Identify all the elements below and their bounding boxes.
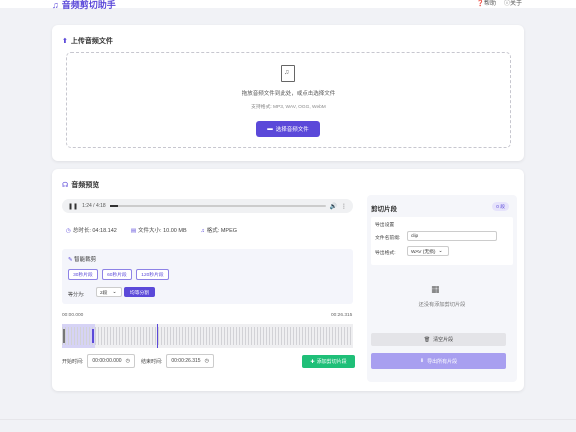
preview-card: ☊ 音频预览 ❚❚ 1:24 / 4:18 🔊 ⋮ ◷ 总时长: 04:18.14… — [52, 169, 524, 391]
player-time: 1:24 / 4:18 — [82, 203, 106, 209]
pause-icon[interactable]: ❚❚ — [68, 203, 78, 210]
selection-start-handle[interactable] — [63, 329, 65, 343]
clear-segments-button[interactable]: 🗑 清空片段 — [371, 333, 506, 346]
more-options-icon[interactable]: ⋮ — [341, 203, 347, 210]
top-nav: ❓帮助 ⓘ关于 — [476, 0, 522, 7]
nav-help[interactable]: ❓帮助 — [476, 0, 496, 7]
folder-icon: ▬ — [267, 126, 273, 132]
export-settings-title: 导出设置 — [375, 223, 395, 228]
equal-split-button[interactable]: 均等分割 — [124, 287, 155, 297]
upload-title: ⬆ 上传音频文件 — [62, 38, 113, 45]
smart-trim-panel: ✎ 智能裁剪 30秒片段 60秒片段 120秒片段 等分为: 2段 ⌄ 均等分割 — [62, 249, 353, 304]
app-title: ♫ 音频剪切助手 — [52, 0, 116, 11]
preset-30s-button[interactable]: 30秒片段 — [68, 269, 98, 280]
preset-60s-button[interactable]: 60秒片段 — [102, 269, 132, 280]
file-icon: ▤ — [130, 228, 137, 234]
segment-count-badge: 0 段 — [492, 202, 509, 211]
end-time-input[interactable]: 00:00:26.315 ◷ — [166, 354, 214, 368]
music-icon: ♫ — [200, 228, 205, 234]
end-time-label: 结束时间: — [140, 358, 163, 365]
export-all-button[interactable]: ⬇ 导出所有片段 — [371, 353, 506, 369]
prefix-input[interactable]: clip — [407, 231, 497, 241]
preview-title: ☊ 音频预览 — [62, 182, 100, 189]
duration-info: ◷ 总时长: 04:18.142 — [66, 228, 117, 234]
download-icon: ⬇ — [419, 358, 425, 364]
waveform[interactable] — [62, 324, 353, 348]
format-info: ♫ 格式: MPEG — [200, 228, 238, 234]
playhead[interactable] — [157, 324, 158, 348]
format-label: 导出格式: — [375, 251, 396, 256]
headphones-icon: ☊ — [62, 182, 69, 189]
choose-file-button[interactable]: ▬ 选择音频文件 — [256, 121, 320, 137]
nav-about[interactable]: ⓘ关于 — [504, 0, 522, 7]
clock-icon: ◷ — [66, 228, 71, 234]
empty-state-text: 还没有添加剪切片段 — [418, 302, 466, 308]
equal-split-label: 等分为: — [68, 292, 85, 298]
size-info: ▤ 文件大小: 10.00 MB — [130, 228, 187, 234]
progress-fill — [109, 205, 119, 207]
selection-end-handle[interactable] — [92, 329, 94, 343]
volume-icon[interactable]: 🔊 — [330, 203, 337, 210]
upload-icon: ⬆ — [62, 38, 68, 45]
footer — [0, 419, 576, 432]
magic-wand-icon: ✎ — [68, 257, 73, 263]
audio-player[interactable]: ❚❚ 1:24 / 4:18 🔊 ⋮ — [62, 199, 353, 213]
smart-trim-title: ✎ 智能裁剪 — [68, 257, 97, 263]
waveform-bars — [62, 327, 353, 345]
upload-card: ⬆ 上传音频文件 拖放音频文件到此处，或点击选择文件 支持格式: MP3, WA… — [52, 25, 524, 161]
equal-split-select[interactable]: 2段 ⌄ — [96, 287, 122, 297]
drop-hint: 拖放音频文件到此处，或点击选择文件 — [241, 91, 336, 97]
plus-icon: ✚ — [310, 358, 315, 365]
segments-panel: 剪切片段 0 段 导出设置 文件名前缀: clip 导出格式: WAV (无损)… — [367, 195, 517, 382]
trash-icon: 🗑 — [423, 336, 431, 343]
chevron-down-icon: ⌄ — [438, 248, 443, 254]
start-time-label: 开始时间: — [62, 358, 84, 365]
clock-icon: ◷ — [204, 358, 209, 364]
prefix-label: 文件名前缀: — [375, 236, 401, 241]
format-select[interactable]: WAV (无损) ⌄ — [407, 246, 449, 256]
progress-bar[interactable] — [109, 205, 326, 207]
app-title-text: 音频剪切助手 — [61, 0, 116, 10]
wave-end-time: 00:26.315 — [331, 313, 353, 318]
music-note-icon: ♫ — [52, 0, 59, 10]
audio-file-icon — [281, 65, 295, 82]
time-range-row: 开始时间: 00:00:00.000 ◷ 结束时间: 00:00:26.315 ◷ — [62, 354, 214, 368]
export-settings: 导出设置 文件名前缀: clip 导出格式: WAV (无损) ⌄ — [371, 217, 513, 265]
segments-title: 剪切片段 — [371, 206, 397, 213]
preset-120s-button[interactable]: 120秒片段 — [136, 269, 169, 280]
supported-formats: 支持格式: MP3, WAV, OGG, WebM — [251, 105, 326, 110]
film-icon: ▦ — [431, 284, 440, 294]
audio-info: ◷ 总时长: 04:18.142 ▤ 文件大小: 10.00 MB ♫ 格式: MPE… — [66, 226, 237, 234]
chevron-down-icon: ⌄ — [112, 289, 117, 295]
drop-zone[interactable]: 拖放音频文件到此处，或点击选择文件 支持格式: MP3, WAV, OGG, W… — [66, 52, 511, 148]
clock-icon: ◷ — [125, 358, 130, 364]
start-time-input[interactable]: 00:00:00.000 ◷ — [87, 354, 135, 368]
add-segment-button[interactable]: ✚ 添加剪切片段 — [302, 355, 355, 368]
wave-start-time: 00:00.000 — [62, 313, 84, 318]
